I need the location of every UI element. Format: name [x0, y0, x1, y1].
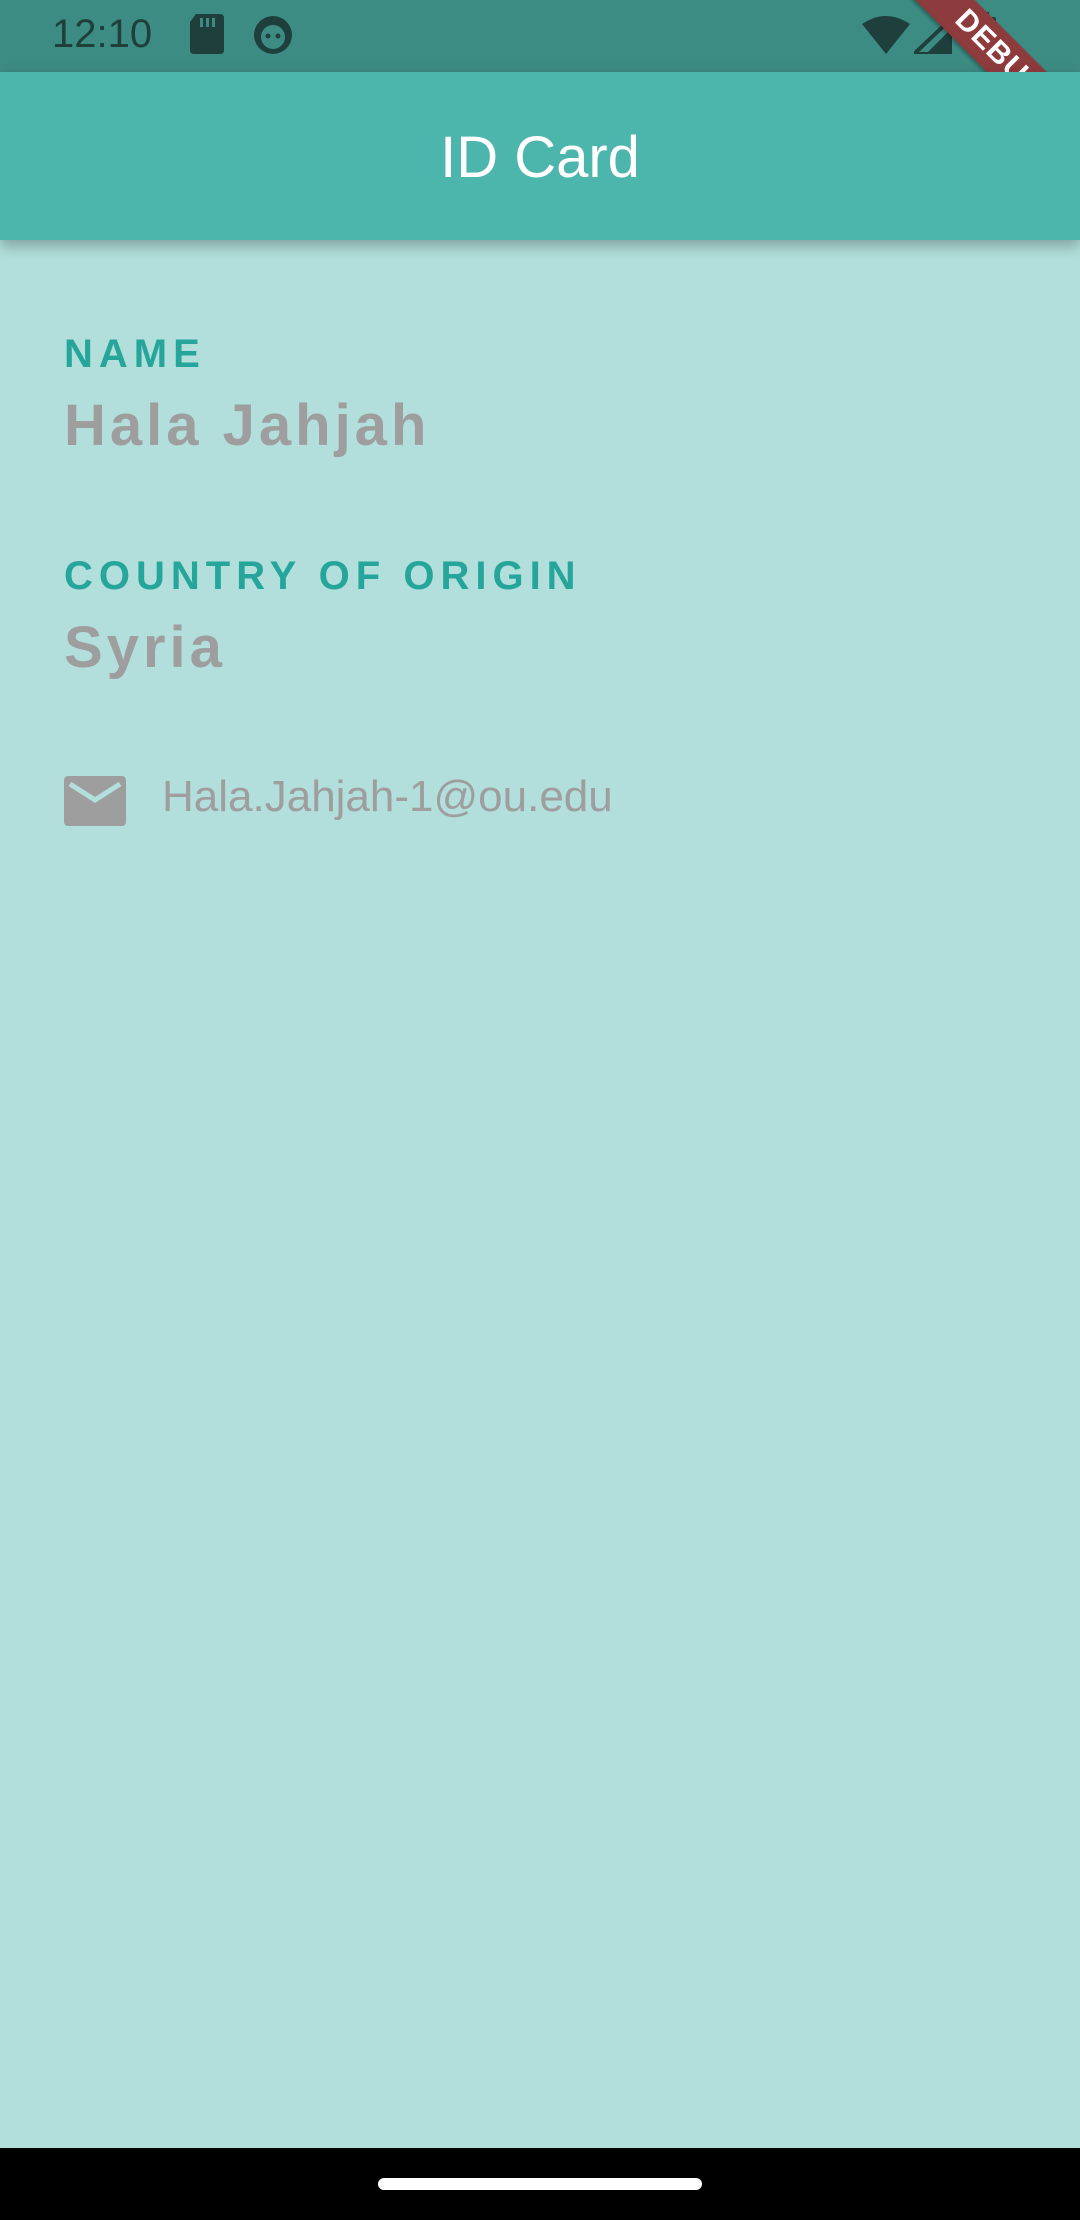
- sd-card-icon: [190, 14, 224, 59]
- wifi-icon: [862, 16, 910, 59]
- page-title: ID Card: [440, 125, 640, 190]
- android-debug-icon: [252, 14, 294, 61]
- navigation-bar: [0, 2148, 1080, 2220]
- country-value: Syria: [64, 615, 226, 680]
- home-gesture-handle[interactable]: [378, 2178, 702, 2190]
- name-label: NAME: [64, 332, 206, 376]
- status-time: 12:10: [52, 12, 153, 56]
- status-bar: 12:10 DEBUG: [0, 0, 1080, 176]
- app-bar: ID Card: [0, 72, 1080, 240]
- email-icon: [64, 776, 126, 831]
- name-value: Hala Jahjah: [64, 393, 431, 458]
- email-text: Hala.Jahjah-1@ou.edu: [162, 772, 613, 821]
- country-label: COUNTRY OF ORIGIN: [64, 554, 582, 598]
